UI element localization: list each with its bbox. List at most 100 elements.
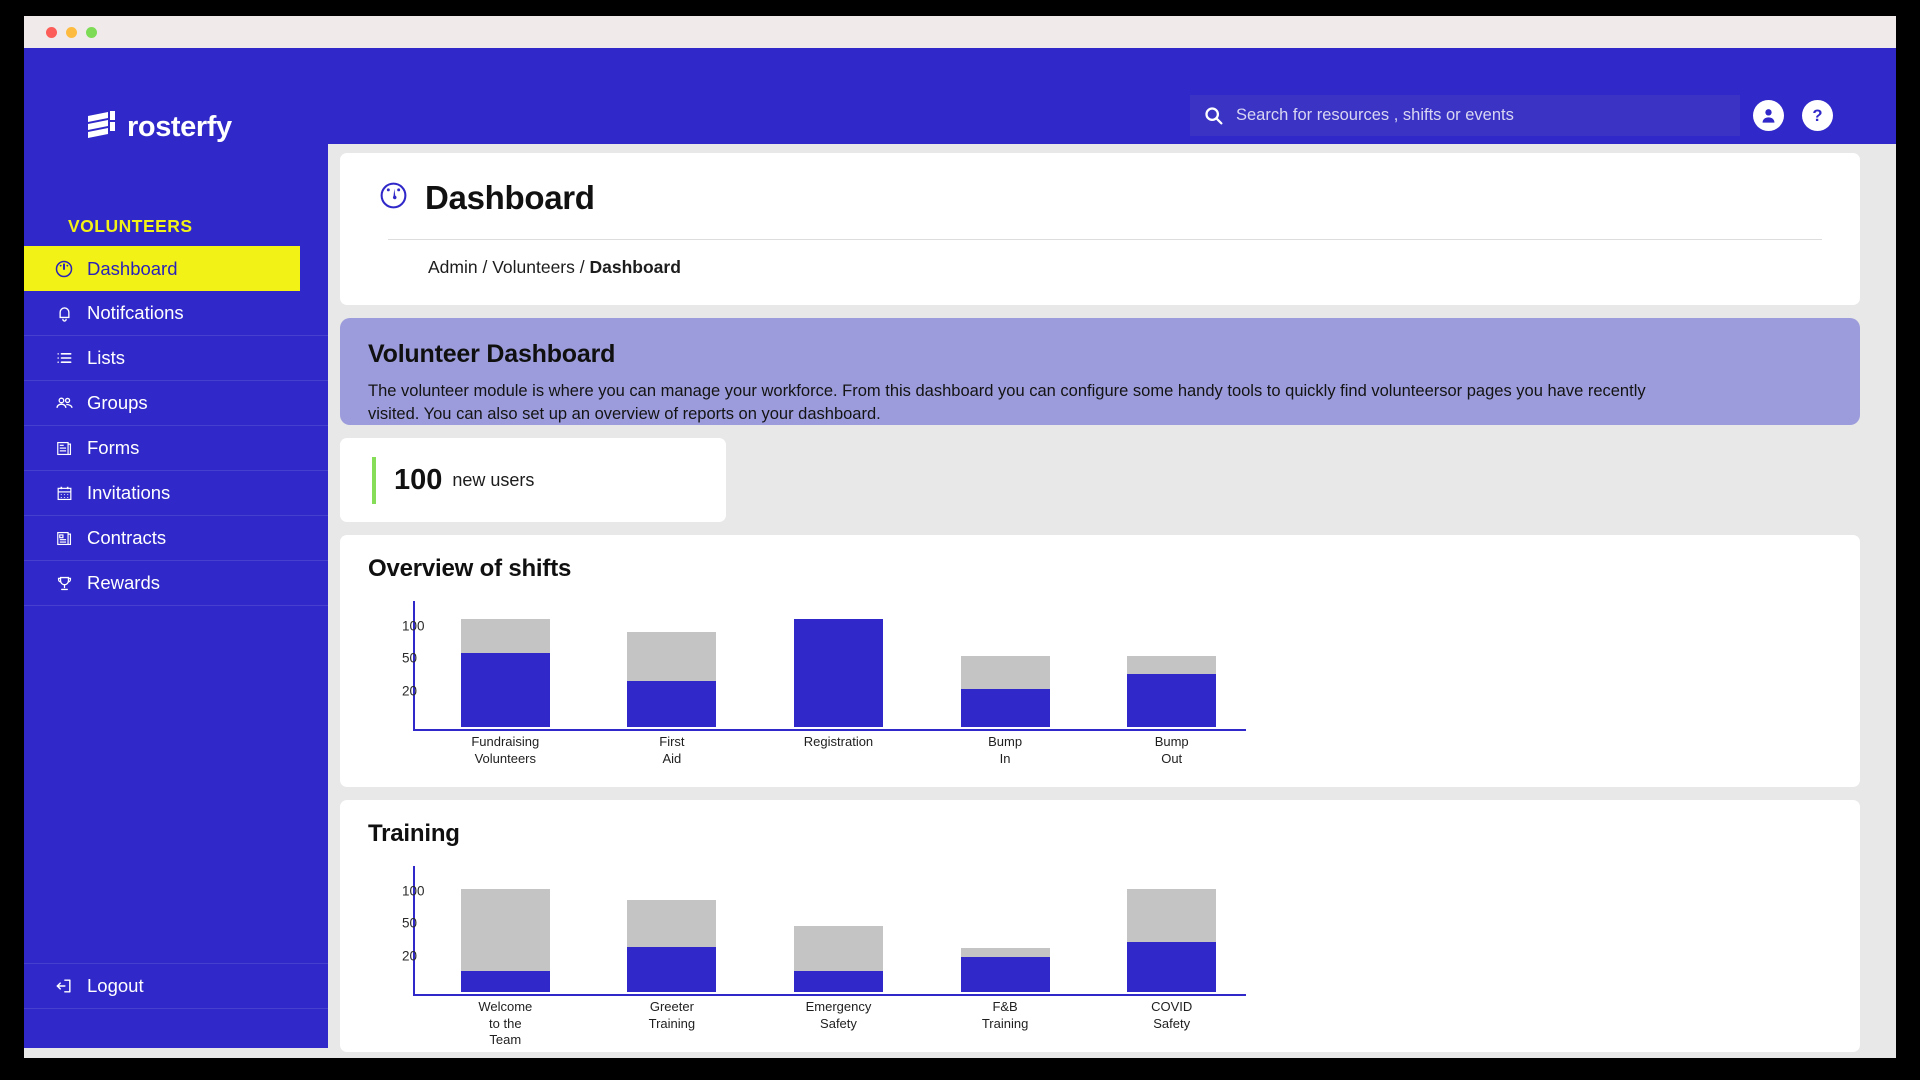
bar-group[interactable]: Fundraising Volunteers [461,619,550,727]
sidebar-nav: Dashboard Notifcations [24,246,328,606]
sidebar-item-invitations[interactable]: Invitations [24,471,328,516]
bar-segment-remaining [1127,889,1216,942]
trophy-icon [52,574,76,593]
bar-category-label: F&B Training [982,999,1028,1032]
bar-group[interactable]: F&B Training [961,948,1050,992]
bar-category-label: Greeter Training [649,999,695,1032]
logout-button[interactable]: Logout [24,963,328,1009]
chart-title: Overview of shifts [366,555,1860,583]
page-title-row: Dashboard [378,153,1822,217]
bar-segment-filled [461,653,550,727]
list-icon [52,348,76,368]
bar-group[interactable]: Welcome to the Team [461,889,550,992]
bar-category-label: COVID Safety [1149,999,1194,1032]
bar-segment-remaining [627,632,716,681]
page-title: Dashboard [425,179,595,217]
app-window: ? rosterfy VOLUNTEERS [24,16,1896,1058]
bar-segment-filled [461,971,550,992]
bar-group[interactable]: COVID Safety [1127,889,1216,992]
brand-name: rosterfy [127,111,232,144]
sidebar-item-notifications[interactable]: Notifcations [24,291,328,336]
user-icon [1759,106,1778,125]
volunteer-dashboard-banner: Volunteer Dashboard The volunteer module… [340,318,1860,425]
bar-group[interactable]: First Aid [627,632,716,727]
chart-title: Training [366,820,1860,848]
bar-segment-filled [1127,942,1216,992]
help-button[interactable]: ? [1802,100,1833,131]
breadcrumb: Admin / Volunteers / Dashboard [428,257,1822,278]
stat-accent-bar [372,457,376,504]
bar-category-label: Registration [804,734,873,751]
bar-category-label: First Aid [650,734,695,767]
sidebar-item-label: Notifcations [87,302,184,324]
sidebar-item-contracts[interactable]: Contracts [24,516,328,561]
banner-description: The volunteer module is where you can ma… [368,380,1678,426]
banner-title: Volunteer Dashboard [368,340,1832,369]
bar-group[interactable]: Emergency Safety [794,926,883,992]
bar-group[interactable]: Bump In [961,656,1050,727]
overview-of-shifts-chart: 2050100Fundraising VolunteersFirst AidRe… [366,601,1860,729]
bar-segment-remaining [461,889,550,971]
sidebar-item-groups[interactable]: Groups [24,381,328,426]
gauge-icon [52,259,76,279]
rosterfy-logo-icon [86,110,116,144]
sidebar-item-label: Forms [87,437,139,459]
bar-group[interactable]: Bump Out [1127,656,1216,727]
help-icon: ? [1807,105,1828,126]
bar-category-label: Emergency Safety [806,999,872,1032]
training-card: Training 2050100Welcome to the TeamGreet… [340,800,1860,1052]
breadcrumb-current: Dashboard [589,257,680,277]
breadcrumb-trail[interactable]: Admin / Volunteers / [428,257,589,277]
bar-category-label: Bump Out [1149,734,1194,767]
search-input[interactable] [1236,95,1740,136]
sidebar-item-rewards[interactable]: Rewards [24,561,328,606]
bar-segment-remaining [961,948,1050,957]
title-divider [388,239,1822,240]
sidebar-item-dashboard[interactable]: Dashboard [24,246,300,291]
bell-icon [52,304,76,323]
bar-category-label: Fundraising Volunteers [471,734,539,767]
sidebar-item-forms[interactable]: Forms [24,426,328,471]
stat-value: 100 [394,464,442,497]
calendar-icon [52,484,76,503]
bar-segment-filled [794,619,883,727]
bar-segment-filled [627,681,716,727]
logout-icon [52,976,76,996]
sidebar-item-label: Invitations [87,482,170,504]
bar-segment-filled [1127,674,1216,727]
bar-segment-remaining [461,619,550,653]
bar-segment-remaining [794,926,883,970]
new-users-stat-card: 100 new users [340,438,726,522]
bar-group[interactable]: Registration [794,619,883,727]
overview-of-shifts-card: Overview of shifts 2050100Fundraising Vo… [340,535,1860,787]
close-window-button[interactable] [46,27,57,38]
minimize-window-button[interactable] [66,27,77,38]
sidebar-item-label: Rewards [87,572,160,594]
bar-segment-remaining [1127,656,1216,674]
gauge-icon [378,180,409,216]
x-axis [413,994,1246,996]
sidebar-section-label: VOLUNTEERS [68,216,193,237]
bar-segment-filled [627,947,716,992]
svg-text:?: ? [1812,106,1822,125]
x-axis [413,729,1246,731]
window-titlebar [24,16,1896,48]
sidebar-item-lists[interactable]: Lists [24,336,328,381]
bar-group[interactable]: Greeter Training [627,900,716,992]
search-icon [1190,105,1236,126]
bar-segment-filled [794,971,883,992]
search-bar[interactable] [1190,95,1740,136]
maximize-window-button[interactable] [86,27,97,38]
contract-icon [52,529,76,548]
sidebar-item-label: Contracts [87,527,166,549]
bar-category-label: Bump In [983,734,1028,767]
bar-segment-filled [961,957,1050,992]
page-header-card: Dashboard Admin / Volunteers / Dashboard [340,153,1860,305]
sidebar-item-label: Lists [87,347,125,369]
brand-logo[interactable]: rosterfy [86,110,232,144]
user-account-button[interactable] [1753,100,1784,131]
sidebar-item-label: Dashboard [87,258,178,280]
sidebar-item-label: Groups [87,392,148,414]
bar-segment-filled [961,689,1050,727]
bar-segment-remaining [961,656,1050,689]
